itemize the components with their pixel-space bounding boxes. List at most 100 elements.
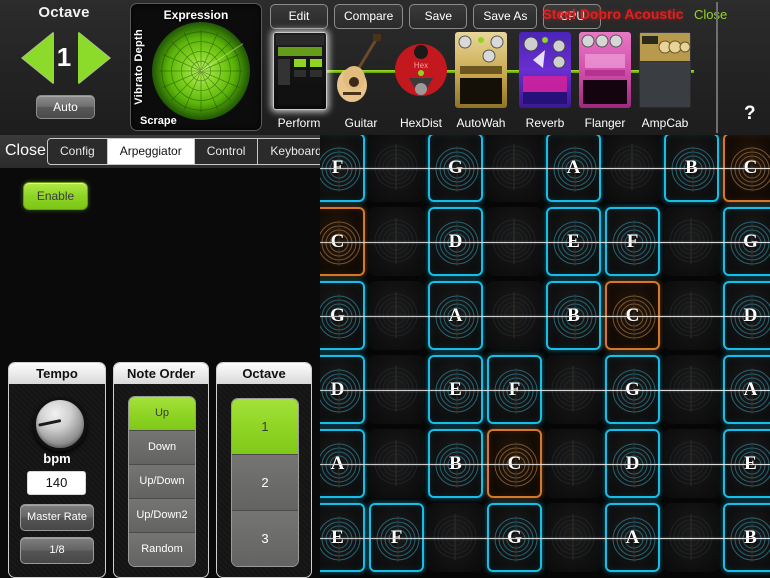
tempo-knob[interactable] — [33, 397, 87, 451]
tab-control[interactable]: Control — [195, 139, 259, 164]
note-order-option-down[interactable]: Down — [129, 431, 195, 465]
fret-cell[interactable]: E — [546, 207, 601, 276]
fret-cell[interactable] — [369, 207, 424, 276]
rate-division-button[interactable]: 1/8 — [20, 537, 94, 564]
note-order-option-random[interactable]: Random — [129, 533, 195, 566]
fret-cell[interactable]: E — [320, 503, 365, 572]
note-order-option-updown[interactable]: Up/Down — [129, 465, 195, 499]
bpm-input[interactable]: 140 — [27, 471, 86, 495]
fret-cell[interactable]: D — [320, 355, 365, 424]
speaker-rings-icon — [669, 366, 713, 412]
fret-cell[interactable]: G — [723, 207, 770, 276]
fret-cell[interactable]: A — [428, 281, 483, 350]
octave-option-3[interactable]: 3 — [232, 511, 298, 566]
fret-cell[interactable]: G — [487, 503, 542, 572]
app-root: Octave 1 Auto Expression Vibrato Depth S… — [0, 0, 770, 578]
fret-cell[interactable] — [605, 135, 660, 202]
panel-close-button[interactable]: Close — [5, 142, 46, 160]
fret-cell[interactable]: G — [320, 281, 365, 350]
master-rate-button[interactable]: Master Rate — [20, 504, 94, 531]
fret-cell[interactable] — [369, 355, 424, 424]
fret-cell[interactable] — [369, 281, 424, 350]
pedal-hexdist[interactable]: Hex HexDist — [392, 32, 450, 130]
fret-cell[interactable]: G — [605, 355, 660, 424]
expression-title: Expression — [163, 8, 229, 22]
fret-cell[interactable]: B — [664, 135, 719, 202]
fret-note-label: B — [449, 452, 462, 474]
fret-cell[interactable] — [546, 429, 601, 498]
fret-cell[interactable] — [369, 429, 424, 498]
fret-cell[interactable]: F — [320, 135, 365, 202]
close-top-button[interactable]: Close — [694, 7, 727, 22]
fret-cell[interactable] — [546, 503, 601, 572]
pedal-flanger[interactable]: Flanger — [576, 32, 634, 130]
fret-cell[interactable] — [487, 207, 542, 276]
pedal-ampcab[interactable]: AmpCab — [636, 32, 694, 130]
fret-note-label: G — [330, 304, 345, 326]
pedal-autowah[interactable]: AutoWah — [452, 32, 510, 130]
fret-cell[interactable] — [487, 281, 542, 350]
fret-cell[interactable] — [369, 135, 424, 202]
fret-cell[interactable]: F — [487, 355, 542, 424]
fret-cell[interactable]: B — [723, 503, 770, 572]
fret-cell[interactable] — [664, 355, 719, 424]
octave-segmented: 1 2 3 — [231, 398, 299, 567]
octave-option-1[interactable]: 1 — [232, 399, 298, 455]
help-icon[interactable]: ? — [744, 103, 756, 125]
fretboard-grid[interactable]: F G A B C C D E F G G A B C D D E F G A A B C D E E F G A B — [320, 135, 770, 578]
fret-cell[interactable]: D — [605, 429, 660, 498]
compare-button[interactable]: Compare — [334, 4, 404, 29]
fret-cell[interactable] — [546, 355, 601, 424]
pedal-guitar[interactable]: Guitar — [332, 32, 390, 130]
speaker-rings-icon — [669, 292, 713, 338]
note-order-option-updown2[interactable]: Up/Down2 — [129, 499, 195, 533]
fret-cell[interactable]: C — [723, 135, 770, 202]
fret-note-label: G — [507, 526, 522, 548]
fret-cell[interactable] — [664, 207, 719, 276]
expression-x-label: Scrape — [140, 115, 177, 127]
fret-cell[interactable]: C — [487, 429, 542, 498]
fret-cell[interactable] — [664, 503, 719, 572]
fret-cell[interactable] — [664, 429, 719, 498]
pedal-reverb[interactable]: Reverb — [516, 32, 574, 130]
fret-cell[interactable]: E — [428, 355, 483, 424]
octave-option-2[interactable]: 2 — [232, 455, 298, 511]
expression-pad[interactable]: Expression Vibrato Depth Scrape — [130, 3, 262, 131]
expression-y-label: Vibrato Depth — [133, 29, 145, 105]
speaker-rings-icon — [492, 292, 536, 338]
fret-cell[interactable]: A — [723, 355, 770, 424]
fret-cell[interactable]: F — [369, 503, 424, 572]
fret-cell[interactable]: G — [428, 135, 483, 202]
save-as-button[interactable]: Save As — [473, 4, 538, 29]
fret-cell[interactable]: B — [546, 281, 601, 350]
fret-cell[interactable] — [487, 135, 542, 202]
fret-cell[interactable] — [428, 503, 483, 572]
enable-toggle[interactable]: Enable — [23, 182, 88, 210]
fret-note-label: C — [507, 452, 522, 474]
fret-note-label: C — [625, 304, 640, 326]
note-order-option-up[interactable]: Up — [129, 397, 195, 431]
fret-cell[interactable]: F — [605, 207, 660, 276]
tab-arpeggiator[interactable]: Arpeggiator — [107, 139, 195, 164]
edit-button[interactable]: Edit — [270, 4, 328, 29]
tab-config[interactable]: Config — [48, 139, 108, 164]
fret-cell[interactable] — [664, 281, 719, 350]
fret-cell[interactable]: A — [320, 429, 365, 498]
fret-note-label: C — [743, 156, 758, 178]
fret-cell[interactable]: D — [723, 281, 770, 350]
fret-cell[interactable]: B — [428, 429, 483, 498]
auto-button[interactable]: Auto — [36, 95, 95, 119]
fret-cell[interactable]: A — [605, 503, 660, 572]
fret-note-label: D — [743, 304, 758, 326]
fret-cell[interactable]: E — [723, 429, 770, 498]
save-button[interactable]: Save — [409, 4, 468, 29]
fret-cell[interactable]: A — [546, 135, 601, 202]
fret-cell[interactable]: C — [605, 281, 660, 350]
pedal-perform[interactable]: Perform — [270, 32, 328, 130]
speaker-rings-icon — [610, 144, 654, 190]
fret-cell[interactable]: C — [320, 207, 365, 276]
speaker-rings-icon — [551, 440, 595, 486]
fret-cell[interactable]: D — [428, 207, 483, 276]
pedal-ampcab-label: AmpCab — [641, 116, 689, 130]
speaker-rings-icon — [492, 218, 536, 264]
